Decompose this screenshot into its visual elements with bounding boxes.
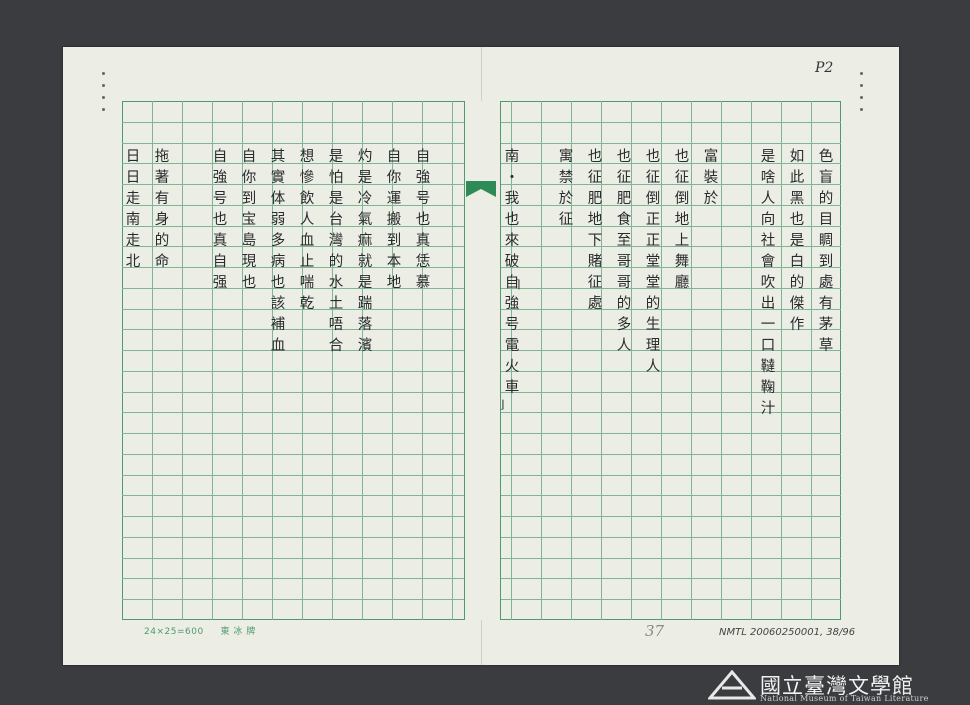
text-column: 其實体弱多病也該補血 — [268, 148, 285, 358]
quote-bracket-close: ⌋ — [500, 398, 505, 411]
sheet-number: 37 — [645, 622, 665, 640]
text-column: 自你運搬到本地 — [384, 148, 401, 295]
fishtail-marker-icon — [466, 181, 496, 197]
archive-id: NMTL 20060250001, 38/96 — [719, 627, 856, 638]
text-column: 日日走南走北 — [123, 148, 140, 274]
grid-column-line — [751, 101, 753, 620]
center-gutter — [464, 101, 501, 620]
text-column: 是怕是台灣的水土唔合 — [326, 148, 343, 358]
text-column: 是啥人向社會吹出一口韃鞠汁 — [758, 148, 775, 421]
grid-column-line — [811, 101, 813, 620]
quote-bracket-open: ⌉ — [516, 278, 521, 291]
text-column: 灼是冷氣痲就是踹落濱 — [355, 148, 372, 358]
text-column: 想慘飲人血止喘乾 — [297, 148, 314, 316]
grid-spec: 24×25=600 — [144, 627, 204, 637]
text-column: 也征肥地下賭征處 — [585, 148, 602, 316]
text-column: 富裝於 — [701, 148, 718, 211]
text-column: 拖著有身的命 — [152, 148, 169, 274]
grid-column-line — [721, 101, 723, 620]
grid-column-line — [691, 101, 693, 620]
text-column: 寓禁於征 — [556, 148, 573, 232]
page-number: P2 — [815, 60, 834, 76]
text-column: 自你到宝島現也 — [239, 148, 256, 295]
grid-column-line — [661, 101, 663, 620]
museum-name-en: National Museum of Taiwan Literature — [760, 694, 929, 703]
museum-logo-icon — [708, 670, 756, 700]
text-column: 如此黑也是白的傑作 — [787, 148, 804, 337]
grid-column-line — [181, 101, 183, 620]
publisher-mark: 東 冰 牌 — [220, 627, 256, 637]
grid-column-line — [451, 101, 453, 620]
text-column: 也征倒正正堂堂的生理人 — [643, 148, 660, 379]
paper-spec: 24×25=600 東 冰 牌 — [144, 624, 256, 637]
text-column: 也征肥食至哥哥的多人 — [614, 148, 631, 358]
text-column: 自強号也真恁慕 — [413, 148, 430, 295]
text-column: 也征倒地上舞廳 — [672, 148, 689, 295]
text-column: 南・我也來破自強号電火車 — [502, 148, 519, 400]
text-column: 自強号也真自强 — [210, 148, 227, 295]
grid-column-line — [781, 101, 783, 620]
grid-column-line — [541, 101, 543, 620]
text-column: 色盲的目睭到處有茅草 — [816, 148, 833, 358]
grid-column-line — [631, 101, 633, 620]
